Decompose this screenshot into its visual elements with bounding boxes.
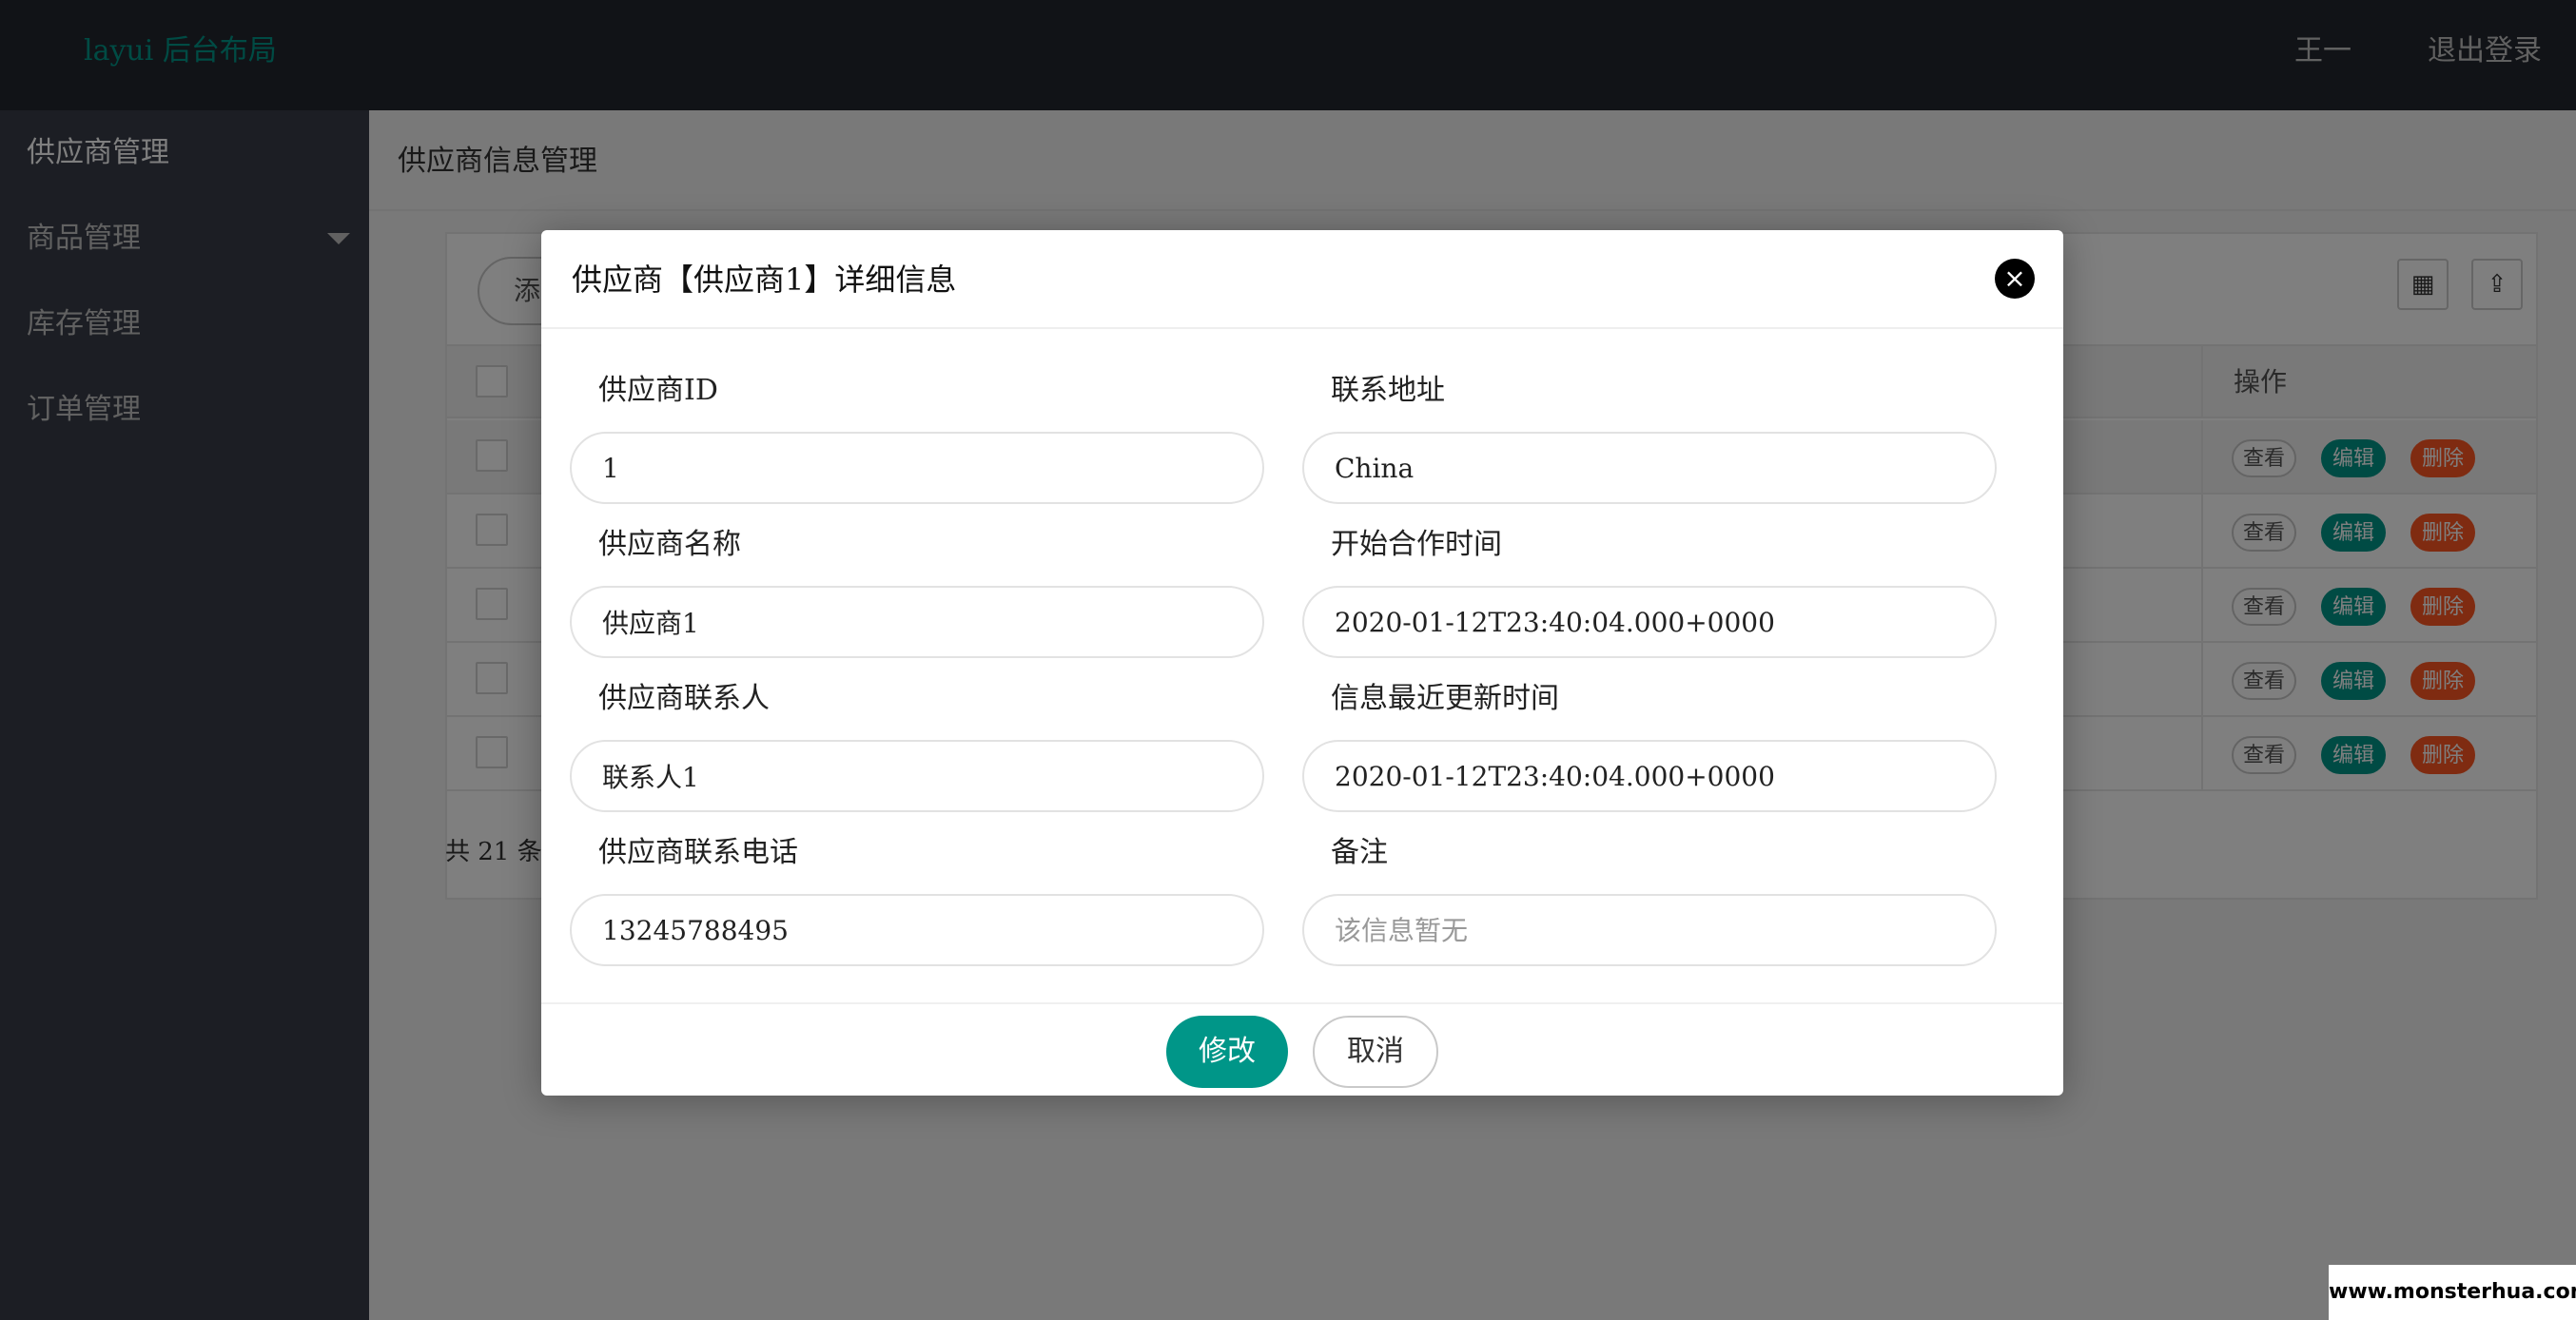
contact-label: 供应商联系人 — [598, 682, 770, 715]
supplier-id-label: 供应商ID — [598, 374, 718, 407]
cancel-button[interactable]: 取消 — [1313, 1016, 1438, 1088]
phone-input[interactable] — [570, 894, 1264, 966]
start-time-input[interactable] — [1302, 586, 1997, 658]
supplier-name-label: 供应商名称 — [598, 528, 741, 561]
address-label: 联系地址 — [1331, 374, 1445, 407]
start-time-label: 开始合作时间 — [1331, 528, 1502, 561]
updated-time-label: 信息最近更新时间 — [1331, 682, 1559, 715]
dialog-header: 供应商【供应商1】详细信息 × — [541, 230, 2063, 329]
supplier-name-input[interactable] — [570, 586, 1264, 658]
note-label: 备注 — [1331, 836, 1388, 869]
close-icon[interactable]: × — [1995, 259, 2035, 299]
address-input[interactable] — [1302, 432, 1997, 504]
contact-input[interactable] — [570, 740, 1264, 812]
dialog-title: 供应商【供应商1】详细信息 — [572, 262, 957, 298]
supplier-id-input[interactable] — [570, 432, 1264, 504]
supplier-detail-dialog: 供应商【供应商1】详细信息 × 供应商ID 联系地址 供应商名称 开始合作时间 … — [541, 230, 2063, 1096]
phone-label: 供应商联系电话 — [598, 836, 798, 869]
updated-time-input[interactable] — [1302, 740, 1997, 812]
site-watermark: www.monsterhua.com — [2329, 1265, 2576, 1320]
modify-button[interactable]: 修改 — [1166, 1016, 1288, 1088]
note-input[interactable] — [1302, 894, 1997, 966]
app-root: layui 后台布局 王一 退出登录 供应商管理 商品管理 库存管理 订单管理 … — [0, 0, 2576, 1320]
dialog-footer: 修改 取消 — [541, 1002, 2063, 1096]
